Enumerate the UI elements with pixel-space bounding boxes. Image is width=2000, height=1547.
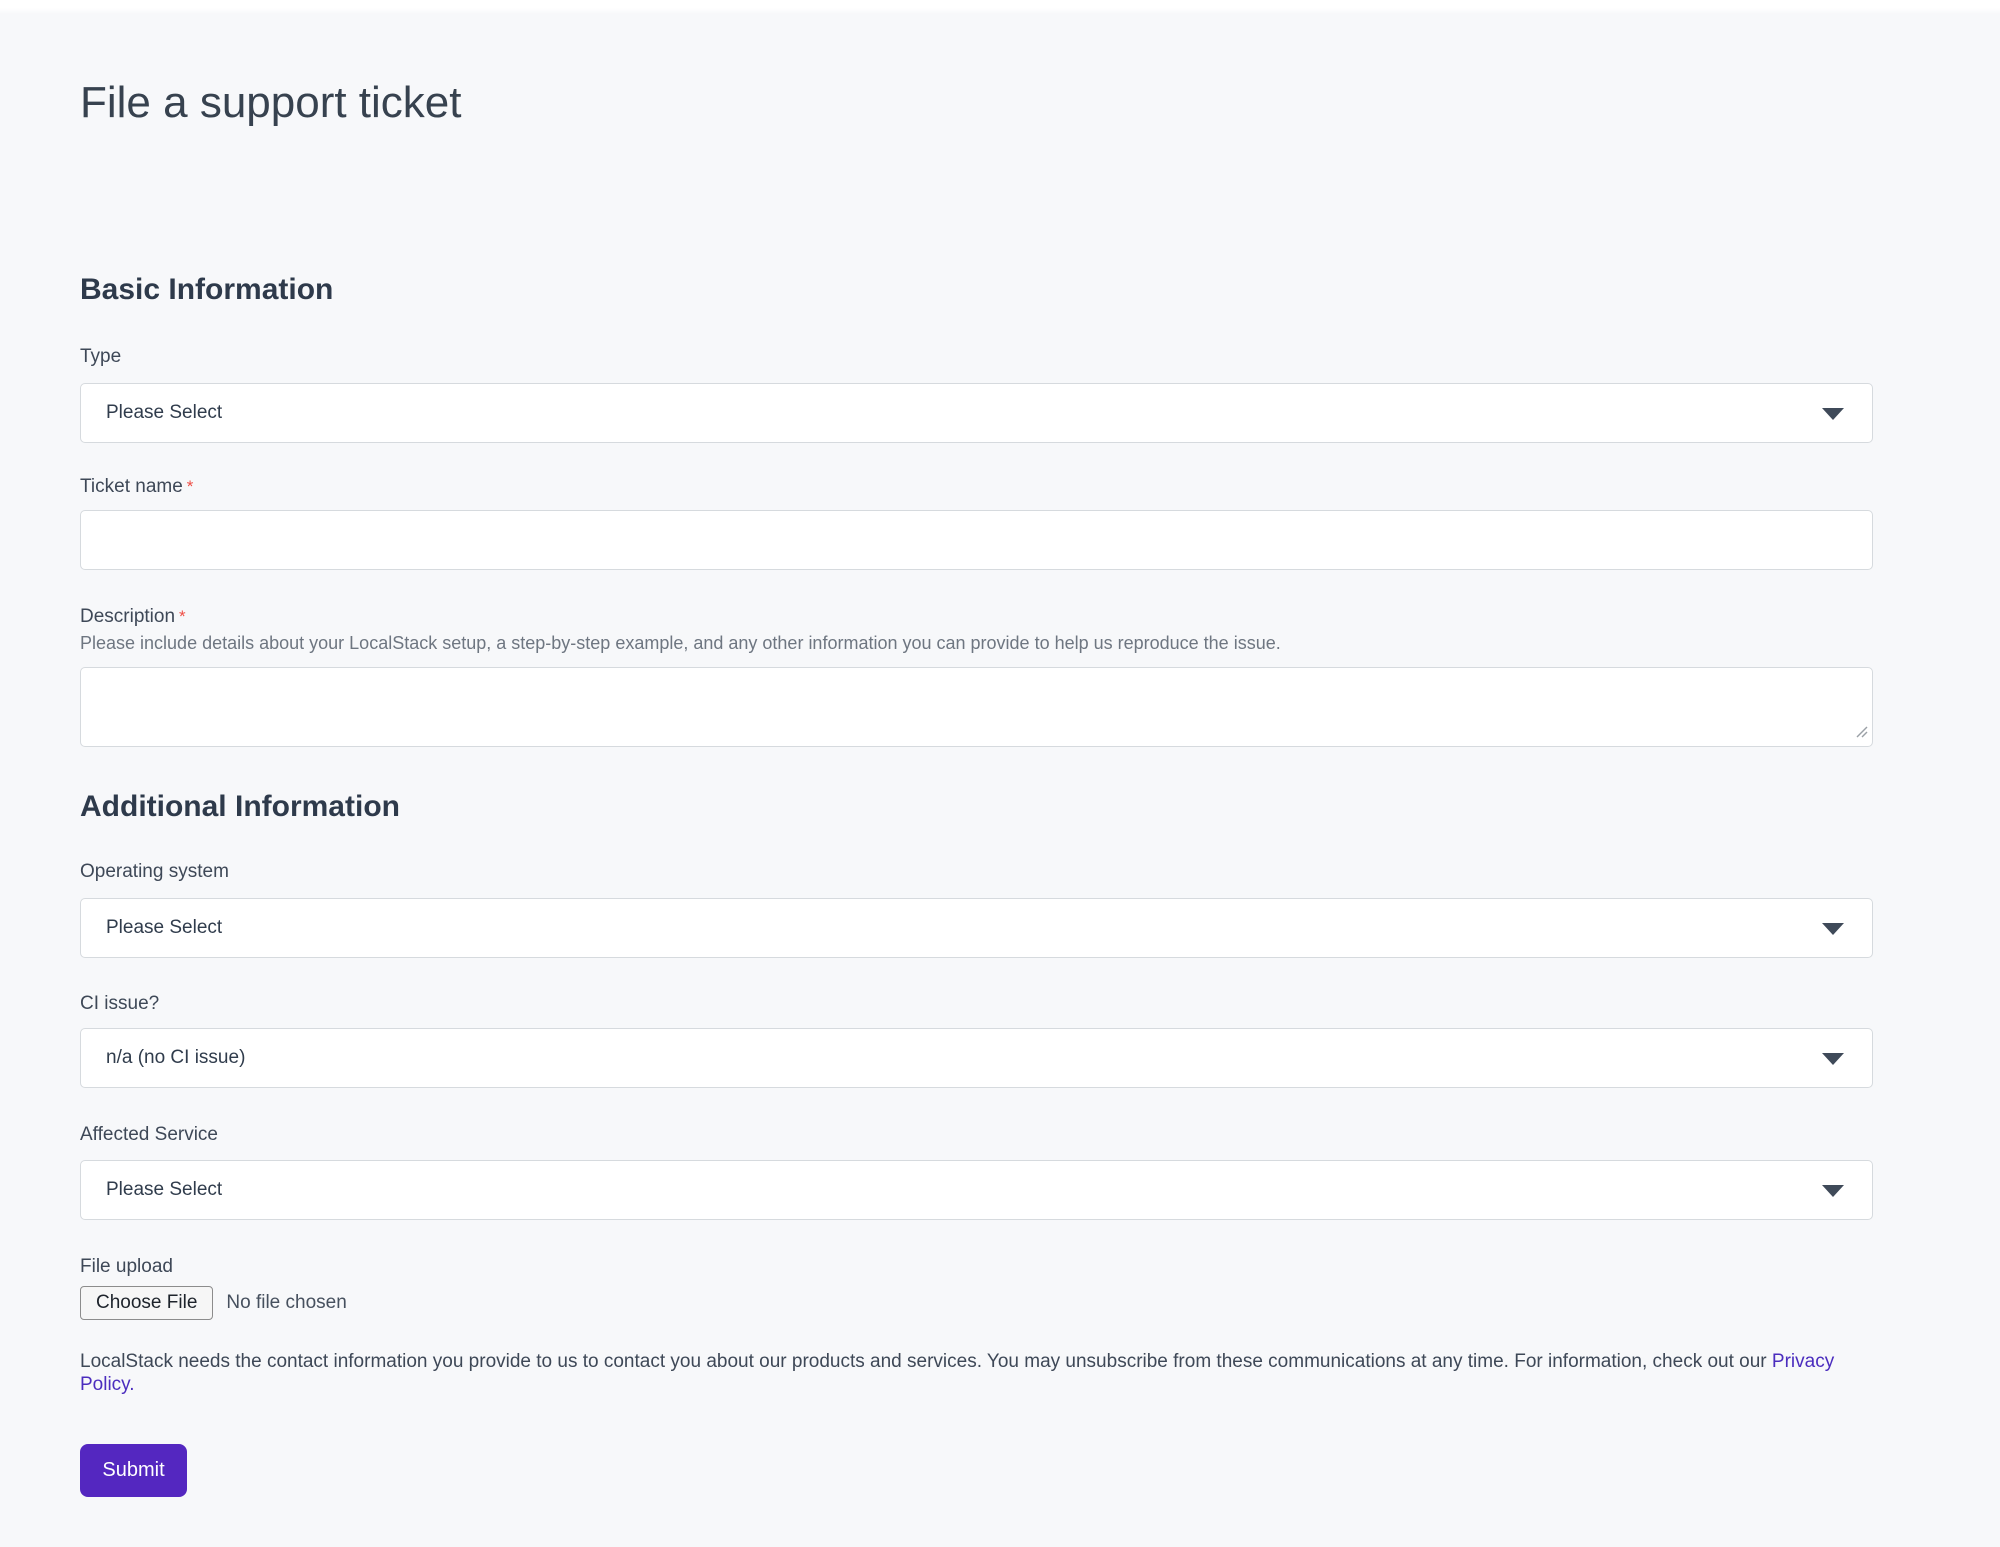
affected-service-select-value: Please Select	[106, 1179, 222, 1201]
page-title: File a support ticket	[80, 0, 1873, 129]
chevron-down-icon	[1822, 408, 1844, 420]
affected-service-label: Affected Service	[80, 1123, 1873, 1146]
section-heading-basic-information: Basic Information	[80, 273, 1873, 307]
description-textarea[interactable]	[80, 667, 1873, 747]
section-heading-additional-information: Additional Information	[80, 790, 1873, 824]
operating-system-select[interactable]: Please Select	[80, 898, 1873, 958]
type-label: Type	[80, 345, 1873, 368]
affected-service-select[interactable]: Please Select	[80, 1160, 1873, 1220]
required-asterisk: *	[187, 477, 194, 496]
ticket-name-input[interactable]	[80, 510, 1873, 570]
type-select-value: Please Select	[106, 402, 222, 424]
file-upload-status: No file chosen	[226, 1292, 346, 1314]
chevron-down-icon	[1822, 923, 1844, 935]
description-helper-text: Please include details about your LocalS…	[80, 632, 1873, 654]
type-select[interactable]: Please Select	[80, 383, 1873, 443]
description-textarea-wrap	[80, 667, 1873, 747]
required-asterisk: *	[179, 607, 186, 626]
operating-system-select-value: Please Select	[106, 917, 222, 939]
choose-file-button[interactable]: Choose File	[80, 1286, 213, 1320]
support-ticket-page: File a support ticket Basic Information …	[80, 0, 1873, 1547]
description-label-text: Description	[80, 606, 175, 627]
ci-issue-select[interactable]: n/a (no CI issue)	[80, 1028, 1873, 1088]
privacy-notice: LocalStack needs the contact information…	[80, 1350, 1873, 1396]
description-label: Description*	[80, 605, 1873, 628]
ci-issue-label: CI issue?	[80, 992, 1873, 1015]
operating-system-label: Operating system	[80, 860, 1873, 883]
file-upload-label: File upload	[80, 1255, 1873, 1278]
privacy-notice-text: LocalStack needs the contact information…	[80, 1351, 1772, 1372]
chevron-down-icon	[1822, 1185, 1844, 1197]
ticket-name-label: Ticket name*	[80, 475, 1873, 498]
resize-handle-icon[interactable]	[1853, 723, 1869, 739]
ticket-name-label-text: Ticket name	[80, 476, 183, 497]
privacy-notice-suffix: .	[129, 1374, 134, 1395]
chevron-down-icon	[1822, 1053, 1844, 1065]
submit-button[interactable]: Submit	[80, 1444, 187, 1497]
file-upload-row: Choose File No file chosen	[80, 1286, 1873, 1320]
ci-issue-select-value: n/a (no CI issue)	[106, 1047, 245, 1069]
